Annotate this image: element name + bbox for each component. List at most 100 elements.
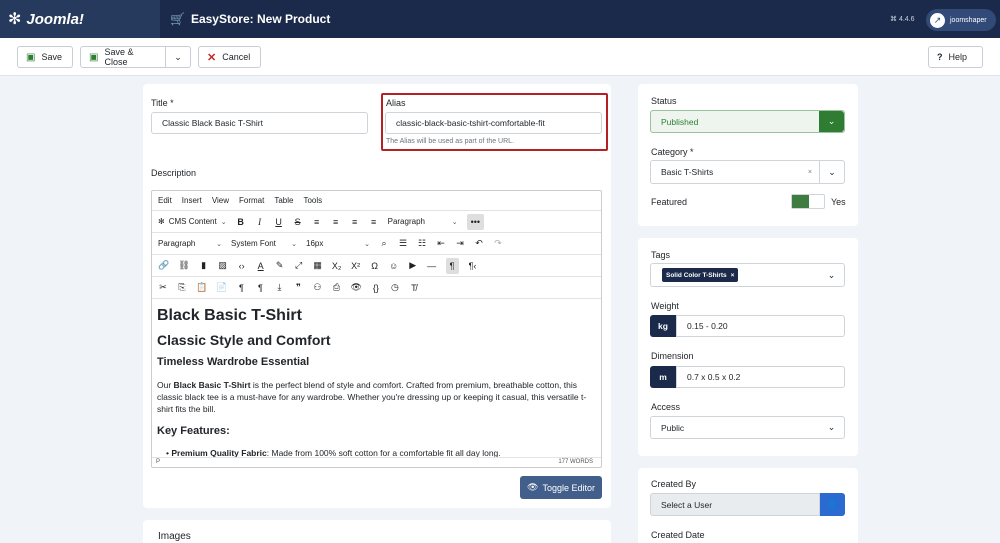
weight-input[interactable]: 0.15 - 0.20 <box>676 315 845 337</box>
quote-icon[interactable]: ❞ <box>293 280 303 296</box>
status-select[interactable]: Published ⌄ <box>650 110 845 133</box>
toggle-editor-label: Toggle Editor <box>542 482 595 493</box>
logo-text: Joomla! <box>26 10 84 28</box>
featured-toggle[interactable] <box>791 194 825 209</box>
rich-text-editor[interactable]: Edit Insert View Format Table Tools ✻ CMS… <box>151 190 602 468</box>
insert-icon[interactable]: ⤓ <box>274 280 284 296</box>
dimension-input[interactable]: 0.7 x 0.5 x 0.2 <box>676 366 845 388</box>
indent-icon[interactable]: ⇥ <box>455 236 465 252</box>
font-size-dropdown[interactable]: 16px ⌄ <box>306 239 370 248</box>
align-right-icon[interactable]: ≡ <box>350 214 360 230</box>
cut-icon[interactable]: ✂ <box>158 280 168 296</box>
paragraph-dropdown[interactable]: Paragraph ⌄ <box>158 239 222 248</box>
editor-toolbar-row-2: Paragraph ⌄ System Font ⌄ 16px ⌄ ⌕ ☰ ☷ ⇤ ⇥ … <box>152 233 601 255</box>
weight-label: Weight <box>651 301 679 311</box>
dimension-label: Dimension <box>651 351 694 361</box>
menu-insert[interactable]: Insert <box>182 196 202 205</box>
created-by-input[interactable]: Select a User <box>650 493 820 516</box>
bookmark-icon[interactable]: ▮ <box>199 258 209 274</box>
tags-label: Tags <box>651 250 671 260</box>
font-family-dropdown[interactable]: System Font ⌄ <box>231 239 297 248</box>
help-button[interactable]: ? Help <box>928 46 983 68</box>
superscript-icon[interactable]: X² <box>351 258 361 274</box>
strikethrough-button[interactable]: S <box>293 214 303 230</box>
media-icon[interactable]: ▶ <box>408 258 418 274</box>
cancel-button[interactable]: ✕ Cancel <box>198 46 261 68</box>
cms-content-dropdown[interactable]: ✻ CMS Content ⌄ <box>158 217 227 226</box>
toggle-editor-button[interactable]: 👁 Toggle Editor <box>520 476 602 499</box>
images-heading: Images <box>158 531 191 542</box>
emoji-icon[interactable]: ☺ <box>389 258 399 274</box>
alias-input[interactable]: classic-black-basic-tshirt-comfortable-f… <box>385 112 602 134</box>
category-select[interactable]: Basic T-Shirts × ⌄ <box>650 160 845 184</box>
menu-format[interactable]: Format <box>239 196 264 205</box>
menu-view[interactable]: View <box>212 196 229 205</box>
table-icon[interactable]: ▦ <box>313 258 323 274</box>
joomla-icon: ✻ <box>158 217 165 226</box>
rtl-icon[interactable]: ¶‹ <box>468 258 478 274</box>
title-input[interactable]: Classic Black Basic T-Shirt <box>151 112 368 134</box>
visual-chars-icon[interactable]: ¶ <box>255 280 265 296</box>
undo-icon[interactable]: ↶ <box>474 236 484 252</box>
word-count: 177 WORDS <box>558 459 593 465</box>
user-icon[interactable]: ⚇ <box>312 280 322 296</box>
horizontal-rule-icon[interactable]: — <box>427 258 437 274</box>
special-char-icon[interactable]: Ω <box>370 258 380 274</box>
version-label[interactable]: ⌘ 4.4.6 <box>890 15 915 23</box>
joomla-logo[interactable]: ✻ Joomla! <box>0 0 160 38</box>
tag-chip[interactable]: Solid Color T-Shirts × <box>662 268 739 282</box>
para-prefix: Our <box>157 380 174 390</box>
underline-button[interactable]: U <box>274 214 284 230</box>
block-format-dropdown[interactable]: Paragraph ⌄ <box>388 217 458 226</box>
images-panel <box>143 520 611 543</box>
status-label: Status <box>651 96 677 106</box>
alias-hint: The Alias will be used as part of the UR… <box>386 138 515 145</box>
italic-button[interactable]: I <box>255 214 265 230</box>
content-h2: Classic Style and Comfort <box>157 332 331 348</box>
image-icon[interactable]: ▨ <box>218 258 228 274</box>
save-close-label: Save & Close <box>104 47 134 67</box>
remove-tag-icon[interactable]: × <box>731 272 735 279</box>
unlink-icon[interactable]: ⛓ <box>178 258 189 274</box>
bullet-list-icon[interactable]: ☰ <box>398 236 408 252</box>
select-user-button[interactable]: 👤 <box>820 493 845 516</box>
align-left-icon[interactable]: ≡ <box>312 214 322 230</box>
clock-icon[interactable]: ◷ <box>390 280 400 296</box>
justify-icon[interactable]: ≡ <box>369 214 379 230</box>
paragraph-mark-icon[interactable]: ¶ <box>236 280 246 296</box>
user-menu-button[interactable]: ↗ joomshaper <box>926 9 996 31</box>
editor-content[interactable]: Black Basic T-Shirt Classic Style and Co… <box>152 299 601 457</box>
menu-tools[interactable]: Tools <box>303 196 322 205</box>
template-icon[interactable]: {} <box>371 280 381 296</box>
save-dropdown-toggle[interactable]: ⌄ <box>165 46 191 68</box>
menu-table[interactable]: Table <box>274 196 293 205</box>
redo-icon[interactable]: ↷ <box>493 236 503 252</box>
bold-button[interactable]: B <box>236 214 246 230</box>
paste-icon[interactable]: 📋 <box>196 280 207 296</box>
search-icon[interactable]: ⌕ <box>379 236 389 252</box>
description-label: Description <box>151 168 197 178</box>
paste-text-icon[interactable]: 📄 <box>216 280 227 296</box>
preview-icon[interactable]: 👁 <box>350 280 361 296</box>
fullscreen-icon[interactable]: ⤢ <box>294 258 304 274</box>
subscript-icon[interactable]: X₂ <box>332 258 342 274</box>
align-center-icon[interactable]: ≡ <box>331 214 341 230</box>
copy-icon[interactable]: ⎘ <box>177 280 187 296</box>
access-select[interactable]: Public ⌄ <box>650 416 845 439</box>
weight-unit: kg <box>650 315 676 337</box>
menu-edit[interactable]: Edit <box>158 196 172 205</box>
clear-format-icon[interactable]: T̸ <box>409 280 419 296</box>
code-icon[interactable]: ‹› <box>237 258 247 274</box>
outdent-icon[interactable]: ⇤ <box>436 236 446 252</box>
numbered-list-icon[interactable]: ☷ <box>417 236 427 252</box>
save-close-button[interactable]: ▣ Save & Close <box>80 46 166 68</box>
element-path[interactable]: P <box>156 459 160 465</box>
text-color-icon[interactable]: A <box>256 258 266 274</box>
show-blocks-icon[interactable]: ¶ <box>445 257 459 274</box>
link-icon[interactable]: 🔗 <box>158 258 169 274</box>
clear-icon[interactable]: × <box>808 169 812 176</box>
print-icon[interactable]: ⎙ <box>331 280 341 296</box>
more-icon[interactable]: ••• <box>466 213 485 230</box>
save-button[interactable]: ▣ Save <box>17 46 73 68</box>
highlight-icon[interactable]: ✎ <box>275 258 285 274</box>
